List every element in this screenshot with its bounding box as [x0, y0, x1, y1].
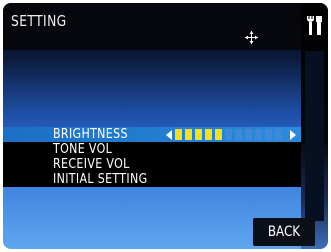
menu-item-receive-vol[interactable]: RECEIVE VOL [3, 157, 301, 172]
brightness-segment [185, 129, 192, 140]
back-button[interactable]: BACK [253, 218, 315, 246]
tools-icon[interactable] [306, 15, 323, 35]
page-title: SETTING [11, 12, 67, 30]
menu-item-label: TONE VOL [53, 142, 113, 157]
menu-item-label: BRIGHTNESS [53, 127, 128, 142]
brightness-segment [225, 129, 232, 140]
brightness-segment [255, 129, 262, 140]
settings-menu: BRIGHTNESS TONE VOL RECEIVE VOL INITIAL … [3, 127, 301, 187]
brightness-segment [205, 129, 212, 140]
brightness-segment [175, 129, 182, 140]
arrow-left-icon[interactable] [166, 130, 172, 140]
menu-item-brightness[interactable]: BRIGHTNESS [3, 127, 301, 142]
brightness-segment [215, 129, 222, 140]
brightness-segment [245, 129, 252, 140]
brightness-segment [265, 129, 272, 140]
menu-item-label: RECEIVE VOL [53, 157, 130, 172]
scrollbar-track[interactable] [305, 51, 324, 221]
brightness-segment [275, 129, 282, 140]
menu-item-tone-vol[interactable]: TONE VOL [3, 142, 301, 157]
arrow-right-icon[interactable] [290, 130, 296, 140]
brightness-segment [235, 129, 242, 140]
brightness-level [175, 129, 285, 140]
brightness-slider[interactable] [166, 129, 296, 140]
menu-item-label: INITIAL SETTING [53, 172, 148, 187]
side-bar [301, 3, 328, 249]
menu-item-initial-setting[interactable]: INITIAL SETTING [3, 172, 301, 187]
header-bar: SETTING [3, 3, 301, 50]
back-button-label: BACK [267, 224, 301, 240]
crosshair-icon [245, 31, 258, 44]
brightness-segment [195, 129, 202, 140]
settings-screen: SETTING BRIGHTNESS TONE VOL RECEIVE VOL … [3, 3, 328, 249]
